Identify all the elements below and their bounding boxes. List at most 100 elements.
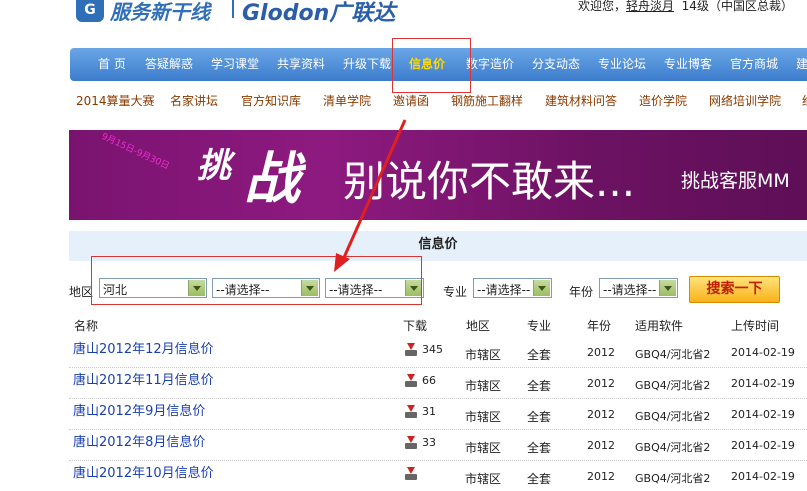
subnav-rebar[interactable]: 钢筋施工翻样 [451, 92, 523, 109]
row-software: GBQ4/河北省2 [635, 379, 711, 392]
subnav-contest[interactable]: 2014算量大赛 [76, 92, 155, 109]
welcome-text: 欢迎您， [578, 0, 627, 13]
download-icon[interactable] [403, 405, 419, 419]
major-label: 专业 [443, 285, 468, 299]
row-upload-date: 2014-02-19 [731, 470, 795, 483]
row-software: GBQ4/河北省2 [635, 410, 711, 423]
download-cell[interactable] [403, 467, 422, 481]
download-cell[interactable]: 33 [403, 436, 436, 450]
download-cell[interactable]: 31 [403, 405, 436, 419]
nav-qa[interactable]: 答疑解惑 [145, 48, 193, 81]
user-level: 14级（中国区总裁） [681, 0, 793, 13]
subnav-materials[interactable]: 建筑材料问答 [545, 92, 617, 109]
download-count: 31 [422, 405, 436, 418]
logo-divider [232, 0, 234, 18]
nav-forum[interactable]: 专业论坛 [598, 48, 646, 81]
site-logo-text[interactable]: 服务新干线 [110, 0, 210, 25]
row-year: 2012 [587, 408, 615, 421]
nav-digital-cost[interactable]: 数字造价 [466, 48, 514, 81]
brand-logo-text[interactable]: Glodon广联达 [242, 0, 395, 27]
row-year: 2012 [587, 439, 615, 452]
download-icon[interactable] [403, 467, 419, 481]
major-select-value: --请选择-- [477, 283, 531, 297]
year-select-value: --请选择-- [603, 283, 657, 297]
download-cell[interactable]: 66 [403, 374, 436, 388]
col-header-software: 适用软件 [635, 319, 684, 333]
row-year: 2012 [587, 346, 615, 359]
row-upload-date: 2014-02-19 [731, 439, 795, 452]
row-year: 2012 [587, 470, 615, 483]
row-major: 全套 [527, 410, 552, 424]
row-major: 全套 [527, 348, 552, 362]
username-link[interactable]: 轻舟淡月 [626, 0, 674, 13]
region-label: 地区 [69, 285, 94, 299]
banner-subtitle: 挑战客服MM [681, 170, 790, 192]
banner-slogan: 别说你不敢来... [343, 157, 636, 206]
download-count: 66 [422, 374, 436, 387]
table-row: 唐山2012年11月信息价 66 市辖区 全套 2012 GBQ4/河北省2 2… [69, 367, 807, 399]
glodon-logo-icon[interactable]: G [76, 0, 104, 22]
year-select[interactable]: --请选择-- [599, 278, 678, 298]
col-header-year: 年份 [587, 319, 612, 333]
nav-branch-news[interactable]: 分支动态 [532, 48, 580, 81]
download-icon[interactable] [403, 436, 419, 450]
row-software: GBQ4/河北省2 [635, 472, 711, 485]
row-region: 市辖区 [465, 410, 502, 424]
row-name-link[interactable]: 唐山2012年12月信息价 [73, 338, 214, 357]
subnav-invitation[interactable]: 邀请函 [393, 92, 429, 109]
subnav-cost-school[interactable]: 造价学院 [639, 92, 687, 109]
col-header-name: 名称 [74, 319, 99, 333]
col-header-download: 下载 [403, 319, 428, 333]
download-count: 345 [422, 343, 443, 356]
download-icon[interactable] [403, 343, 419, 357]
row-major: 全套 [527, 379, 552, 393]
chevron-down-icon[interactable] [533, 280, 550, 296]
row-major: 全套 [527, 441, 552, 455]
row-region: 市辖区 [465, 348, 502, 362]
nav-shop[interactable]: 官方商城 [730, 48, 778, 81]
highlight-box-region [91, 256, 422, 305]
row-upload-date: 2014-02-19 [731, 408, 795, 421]
download-count: 33 [422, 436, 436, 449]
row-software: GBQ4/河北省2 [635, 441, 711, 454]
nav-resources[interactable]: 共享资料 [277, 48, 325, 81]
table-row: 唐山2012年8月信息价 33 市辖区 全套 2012 GBQ4/河北省2 20… [69, 429, 807, 461]
row-software: GBQ4/河北省2 [635, 348, 711, 361]
nav-home[interactable]: 首 页 [98, 48, 126, 81]
row-name-link[interactable]: 唐山2012年8月信息价 [73, 431, 205, 450]
welcome-bar: 欢迎您，轻舟淡月 14级（中国区总裁） [578, 0, 793, 14]
subnav-bill-school[interactable]: 清单学院 [323, 92, 371, 109]
col-header-major: 专业 [527, 319, 552, 333]
site-header: G 服务新干线 Glodon广联达 欢迎您，轻舟淡月 14级（中国区总裁） [0, 0, 807, 40]
highlight-box-nav [392, 38, 471, 93]
chevron-down-icon[interactable] [659, 280, 676, 296]
nav-downloads[interactable]: 升级下载 [343, 48, 391, 81]
table-row: 唐山2012年12月信息价 345 市辖区 全套 2012 GBQ4/河北省2 … [69, 336, 807, 368]
challenge-banner[interactable]: 9月15日-9月30日 挑 战 别说你不敢来... 挑战客服MM [69, 130, 807, 220]
table-row: 唐山2012年10月信息价 市辖区 全套 2012 GBQ4/河北省2 2014… [69, 460, 807, 491]
row-name-link[interactable]: 唐山2012年10月信息价 [73, 462, 214, 481]
row-year: 2012 [587, 377, 615, 390]
subnav-more[interactable]: 经 [802, 92, 807, 109]
search-button[interactable]: 搜索一下 [689, 276, 780, 303]
download-cell[interactable]: 345 [403, 343, 443, 357]
major-select[interactable]: --请选择-- [473, 278, 552, 298]
subnav-knowledge[interactable]: 官方知识库 [241, 92, 301, 109]
subnav-online-training[interactable]: 网络培训学院 [709, 92, 781, 109]
year-label: 年份 [569, 285, 594, 299]
row-name-link[interactable]: 唐山2012年11月信息价 [73, 369, 214, 388]
download-icon[interactable] [403, 374, 419, 388]
col-header-region: 地区 [466, 319, 491, 333]
nav-blog[interactable]: 专业博客 [664, 48, 712, 81]
subnav-lectures[interactable]: 名家讲坛 [170, 92, 218, 109]
row-upload-date: 2014-02-19 [731, 346, 795, 359]
banner-zhan: 战 [244, 147, 300, 212]
nav-more[interactable]: 建 [796, 48, 807, 81]
col-header-upload-time: 上传时间 [731, 319, 780, 333]
row-region: 市辖区 [465, 441, 502, 455]
nav-classroom[interactable]: 学习课堂 [211, 48, 259, 81]
section-title: 信息价 [418, 237, 458, 252]
banner-tiao: 挑 [197, 146, 231, 186]
row-name-link[interactable]: 唐山2012年9月信息价 [73, 400, 205, 419]
table-row: 唐山2012年9月信息价 31 市辖区 全套 2012 GBQ4/河北省2 20… [69, 398, 807, 430]
